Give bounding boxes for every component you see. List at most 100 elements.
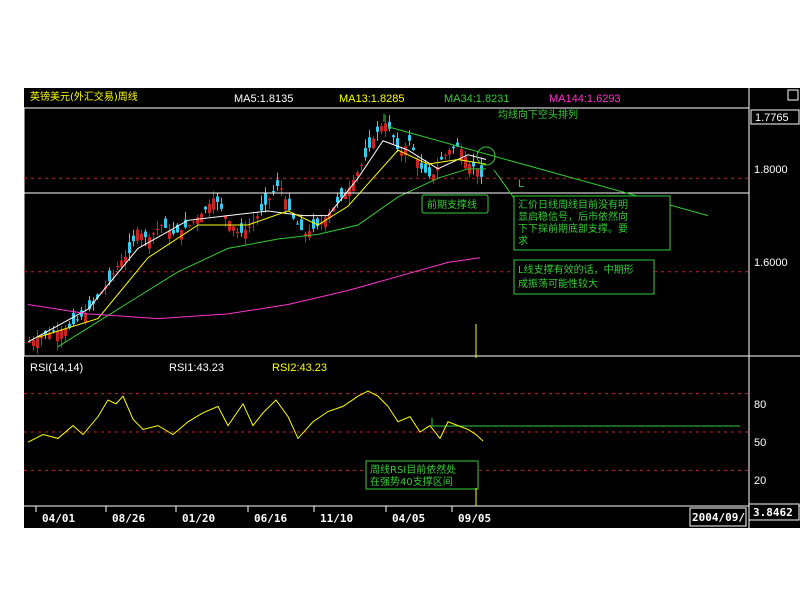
candle-body (216, 196, 219, 203)
candle-body (220, 203, 223, 209)
candle-body (368, 137, 371, 148)
rsi-y-tick: 80 (754, 399, 766, 411)
window-control-box[interactable] (787, 89, 799, 101)
candle-body (296, 223, 299, 225)
candle-body (308, 231, 311, 238)
candle-body (424, 164, 427, 173)
candle-body (256, 216, 259, 219)
candle-body (288, 198, 291, 211)
candle-body (416, 159, 419, 168)
x-tick-label: 01/20 (182, 512, 215, 525)
candle-body (32, 340, 35, 347)
candle-body (476, 168, 479, 177)
symbol-title: 英镑美元(外汇交易)周线 (30, 90, 138, 103)
candle-body (52, 330, 55, 332)
candle-body (124, 256, 127, 263)
candle-body (56, 330, 59, 342)
candle-body (408, 135, 411, 141)
candle-body (108, 270, 111, 282)
candle-body (164, 218, 167, 228)
rsi-lines (27, 390, 484, 443)
rsi-y-tick: 20 (754, 475, 766, 487)
candle-body (132, 235, 135, 242)
candle-body (480, 165, 483, 177)
candle-body (356, 172, 359, 177)
rsi-note-line: 在强势40支撑区间 (370, 475, 453, 488)
candle-body (208, 203, 211, 214)
candle-body (232, 226, 235, 231)
candle-body (192, 221, 195, 223)
rsi-note-line: 周线RSI目前依然处 (370, 463, 456, 476)
y-tick-label: 1.7765 (755, 112, 789, 124)
date-axis: 04/01 08/26 01/20 06/16 11/10 04/05 09/05 (35, 506, 491, 525)
l-note-line: L线支撑有效的话，中期形 (518, 263, 634, 276)
candle-body (152, 233, 155, 235)
rsi2-label: RSI2:43.23 (272, 362, 327, 374)
ma34-label: MA34:1.8231 (444, 93, 509, 105)
signal-note-line: 汇价日线周线目前没有明 (518, 198, 628, 211)
arrow-pointer (493, 169, 515, 199)
candle-body (72, 312, 75, 325)
candle-body (116, 266, 119, 268)
ma13-label: MA13:1.8285 (339, 93, 404, 105)
candle-body (324, 217, 327, 228)
ma5-label: MA5:1.8135 (234, 93, 293, 105)
candle-body (236, 231, 239, 234)
ma34-line (57, 168, 486, 348)
candle-body (312, 219, 315, 229)
candle-body (472, 162, 475, 167)
candle-body (120, 260, 123, 267)
candle-body (268, 198, 271, 200)
rsi-y-tick: 50 (754, 437, 766, 449)
candle-body (260, 203, 263, 211)
candle-body (376, 126, 379, 132)
candle-body (364, 148, 367, 158)
x-tick-label: 08/26 (112, 512, 145, 525)
rsi1-label: RSI1:43.23 (169, 362, 224, 374)
signal-note-line: 求 (518, 235, 528, 247)
candle-body (384, 123, 387, 132)
candle-body (372, 138, 375, 149)
candle-body (188, 224, 191, 226)
candle-body (300, 219, 303, 231)
candle-body (392, 135, 395, 138)
candle-body (248, 226, 251, 228)
candle-body (140, 233, 143, 241)
trend-note: 均线向下空头排列 (498, 108, 578, 121)
rsi1-line (27, 390, 484, 443)
candle-body (428, 167, 431, 177)
candle-body (464, 156, 467, 169)
signal-note-line: 显启稳信号，后市依然向 (518, 210, 628, 223)
candle-body (136, 229, 139, 241)
chart-window: 英镑美元(外汇交易)周线 MA5:1.8135 MA13:1.8285 MA34… (24, 88, 800, 528)
chart-svg: 英镑美元(外汇交易)周线 MA5:1.8135 MA13:1.8285 MA34… (24, 88, 800, 528)
support-box-text: 前期支撑线 (427, 198, 477, 211)
candle-body (64, 328, 67, 337)
candle-body (448, 150, 451, 155)
candle-body (168, 230, 171, 239)
candle-body (204, 206, 207, 210)
candle-body (396, 138, 399, 149)
l-note-line: 成振荡可能性较大 (518, 277, 598, 290)
candle-body (144, 231, 147, 238)
candle-body (112, 273, 115, 275)
candle-body (460, 149, 463, 161)
candle-body (156, 228, 159, 231)
corner-value: 3.8462 (753, 506, 793, 519)
candle-body (412, 147, 415, 151)
candle-body (200, 213, 203, 223)
candle-body (272, 190, 275, 193)
x-tick-label: 06/16 (254, 512, 287, 525)
candle-body (84, 312, 87, 323)
candle-body (212, 198, 215, 210)
candle-body (284, 199, 287, 210)
candle-body (444, 154, 447, 156)
candle-body (196, 217, 199, 224)
y-tick-label: 1.8000 (754, 164, 788, 176)
candle-body (76, 319, 79, 321)
x-tick-label: 04/01 (42, 512, 75, 525)
candle-body (60, 329, 63, 339)
candle-body (360, 165, 363, 167)
candle-body (228, 220, 231, 231)
candle-body (264, 193, 267, 205)
